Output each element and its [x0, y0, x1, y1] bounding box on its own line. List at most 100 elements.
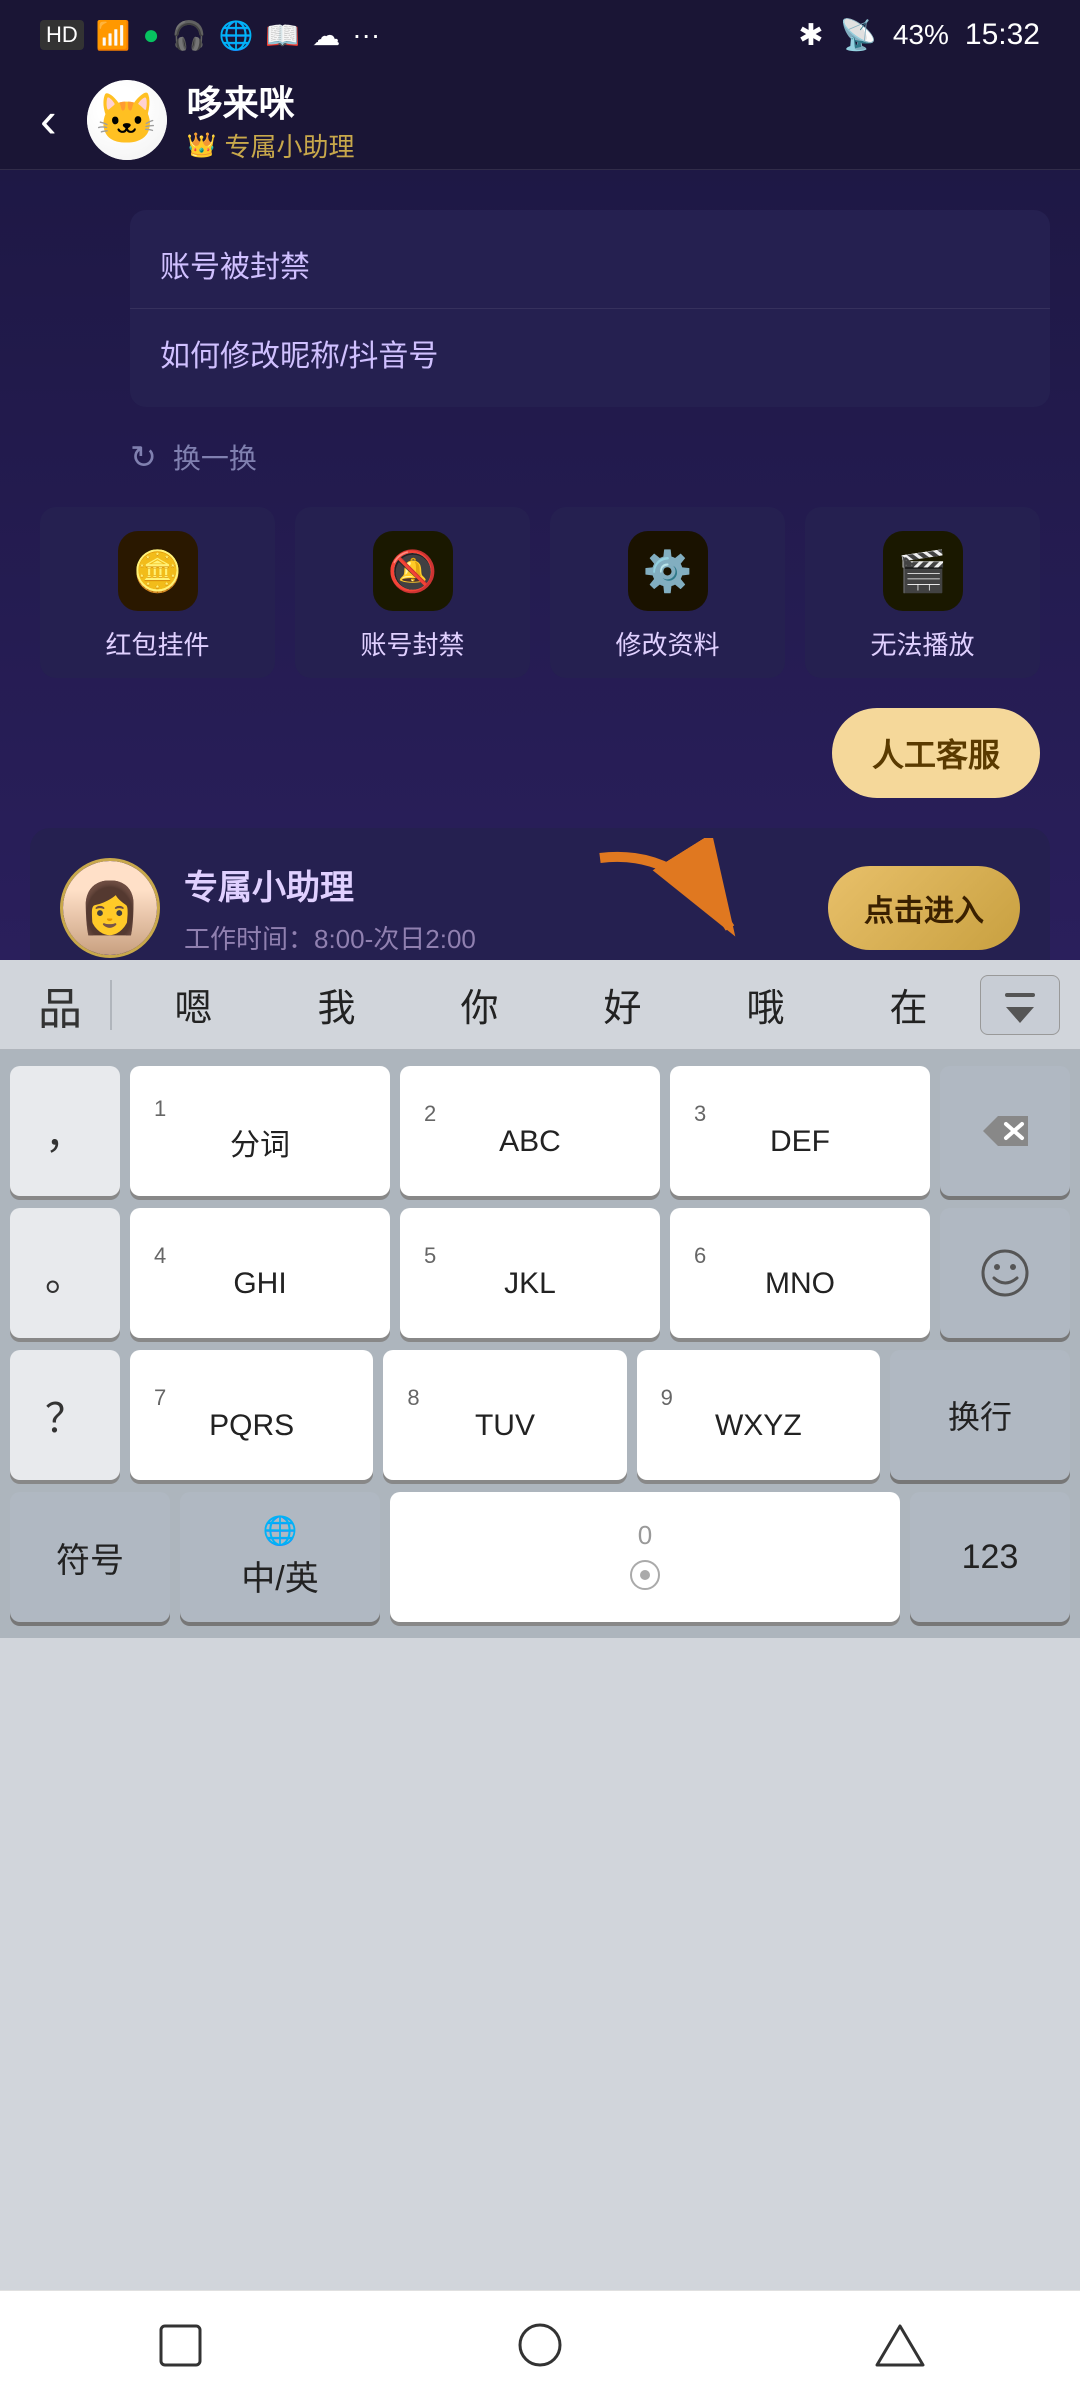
suggest-divider-1 [110, 980, 112, 1030]
key-num-4: 4 [154, 1245, 166, 1267]
category-btn-2[interactable]: ⚙️ 修改资料 [550, 507, 785, 678]
key-num-9: 9 [661, 1387, 673, 1409]
nav-triangle-icon[interactable] [865, 2311, 935, 2381]
assistant-card-wrapper: 👩 专属小助理 工作时间：8:00-次日2:00 点击进入 [30, 828, 1050, 970]
nav-square-icon[interactable] [145, 2311, 215, 2381]
key-jkl[interactable]: 5 JKL [400, 1208, 660, 1338]
back-button[interactable]: ‹ [30, 81, 67, 159]
header-info: 哆来咪 👑 专属小助理 [187, 75, 355, 164]
enter-button[interactable]: 点击进入 [828, 866, 1020, 950]
key-label-jkl: JKL [504, 1267, 556, 1301]
woman-avatar-img: 👩 [63, 861, 157, 955]
symbol-key[interactable]: 符号 [10, 1492, 170, 1622]
key-label-pqrs: PQRS [209, 1409, 294, 1443]
num-key[interactable]: 123 [910, 1492, 1070, 1622]
refresh-label: 换一换 [173, 437, 257, 477]
wifi-signal-icon: 📡 [840, 18, 877, 53]
punct-key-comma[interactable]: ， [10, 1066, 120, 1196]
category-label-0: 红包挂件 [105, 625, 209, 662]
status-left-icons: HD 📶 ● 🎧 🌐 📖 ☁ ··· [40, 19, 380, 52]
human-service-button[interactable]: 人工客服 [832, 708, 1040, 798]
category-icon-1: 🔕 [373, 531, 453, 611]
key-ghi[interactable]: 4 GHI [130, 1208, 390, 1338]
enter-newline-key[interactable]: 换行 [890, 1350, 1070, 1480]
bot-subtitle: 👑 专属小助理 [187, 127, 355, 164]
suggest-word-1[interactable]: 我 [265, 967, 408, 1042]
read-icon: 📖 [265, 19, 300, 52]
cloud-icon: ☁ [312, 19, 340, 52]
category-label-1: 账号封禁 [360, 625, 464, 662]
hd-icon: HD [40, 20, 84, 50]
key-pqrs[interactable]: 7 PQRS [130, 1350, 373, 1480]
battery-percent: 43% [893, 19, 949, 51]
key-label-wxyz: WXYZ [715, 1409, 802, 1443]
key-mno[interactable]: 6 MNO [670, 1208, 930, 1338]
refresh-row[interactable]: ↻ 换一换 [130, 437, 1050, 477]
cat-avatar: 🐱 [87, 80, 167, 160]
key-wxyz[interactable]: 9 WXYZ [637, 1350, 880, 1480]
keyboard-row-2: 。 4 GHI 5 JKL 6 MNO [10, 1208, 1070, 1338]
more-icon: ··· [352, 19, 380, 51]
category-btn-0[interactable]: 🪙 红包挂件 [40, 507, 275, 678]
punct-key-question[interactable]: ？ [10, 1350, 120, 1480]
grid-icon[interactable]: 品 [20, 965, 100, 1045]
nav-bar [0, 2290, 1080, 2400]
quick-reply-list: 账号被封禁 如何修改昵称/抖音号 [130, 210, 1050, 407]
keyboard-row-1: ， 1 分词 2 ABC 3 DEF [10, 1066, 1070, 1196]
suggest-word-5[interactable]: 在 [837, 967, 980, 1042]
key-label-abc: ABC [499, 1125, 561, 1159]
bluetooth-icon: ✱ [798, 18, 823, 53]
time-display: 15:32 [965, 18, 1040, 52]
quick-reply-item-1[interactable]: 账号被封禁 [130, 220, 1050, 309]
suggest-word-0[interactable]: 嗯 [122, 967, 265, 1042]
emoji-key[interactable] [940, 1208, 1070, 1338]
chat-header: ‹ 🐱 哆来咪 👑 专属小助理 [0, 70, 1080, 170]
quick-reply-item-2[interactable]: 如何修改昵称/抖音号 [130, 309, 1050, 397]
globe-icon: 🌐 [263, 1514, 298, 1547]
category-grid: 🪙 红包挂件 🔕 账号封禁 ⚙️ 修改资料 🎬 无法播放 [30, 507, 1050, 678]
space-key[interactable]: 0 [390, 1492, 900, 1622]
arrow-indicator [580, 838, 760, 963]
category-icon-2: ⚙️ [628, 531, 708, 611]
bot-name: 哆来咪 [187, 75, 355, 127]
punct-key-period[interactable]: 。 [10, 1208, 120, 1338]
space-num-label: 0 [638, 1520, 652, 1551]
chat-area: 账号被封禁 如何修改昵称/抖音号 ↻ 换一换 🪙 红包挂件 🔕 账号封禁 ⚙️ … [0, 170, 1080, 970]
status-bar: HD 📶 ● 🎧 🌐 📖 ☁ ··· ✱ 📡 43% 15:32 [0, 0, 1080, 70]
nav-circle-icon[interactable] [505, 2311, 575, 2381]
keyboard-bottom-row: 符号 🌐 中/英 0 123 [10, 1492, 1070, 1622]
suggest-word-2[interactable]: 你 [408, 967, 551, 1042]
suggest-word-3[interactable]: 好 [551, 967, 694, 1042]
assistant-avatar: 👩 [60, 858, 160, 958]
key-num-6: 6 [694, 1245, 706, 1267]
category-icon-3: 🎬 [883, 531, 963, 611]
keyboard-row-3: ？ 7 PQRS 8 TUV 9 WXYZ 换行 [10, 1350, 1070, 1480]
keyboard-main: ， 1 分词 2 ABC 3 DEF [0, 1050, 1080, 1638]
key-label-mno: MNO [765, 1267, 835, 1301]
key-abc[interactable]: 2 ABC [400, 1066, 660, 1196]
category-btn-3[interactable]: 🎬 无法播放 [805, 507, 1040, 678]
key-num-5: 5 [424, 1245, 436, 1267]
collapse-keyboard-button[interactable] [980, 975, 1060, 1035]
key-label-ghi: GHI [233, 1267, 286, 1301]
wechat-icon: ● [143, 19, 160, 51]
key-label-tuv: TUV [475, 1409, 535, 1443]
key-label-fenCi: 分词 [230, 1120, 290, 1164]
key-def[interactable]: 3 DEF [670, 1066, 930, 1196]
key-fenCi[interactable]: 1 分词 [130, 1066, 390, 1196]
category-label-2: 修改资料 [615, 625, 719, 662]
crown-icon: 👑 [187, 131, 217, 160]
suggest-word-4[interactable]: 哦 [694, 967, 837, 1042]
category-btn-1[interactable]: 🔕 账号封禁 [295, 507, 530, 678]
key-num-3: 3 [694, 1103, 706, 1125]
refresh-icon: ↻ [130, 438, 157, 476]
key-tuv[interactable]: 8 TUV [383, 1350, 626, 1480]
status-right-icons: ✱ 📡 43% 15:32 [798, 18, 1040, 53]
delete-key[interactable] [940, 1066, 1070, 1196]
key-label-def: DEF [770, 1125, 830, 1159]
key-num-7: 7 [154, 1387, 166, 1409]
human-service-bubble: 人工客服 [30, 708, 1050, 798]
category-icon-0: 🪙 [118, 531, 198, 611]
lang-key[interactable]: 🌐 中/英 [180, 1492, 380, 1622]
category-label-3: 无法播放 [870, 625, 974, 662]
